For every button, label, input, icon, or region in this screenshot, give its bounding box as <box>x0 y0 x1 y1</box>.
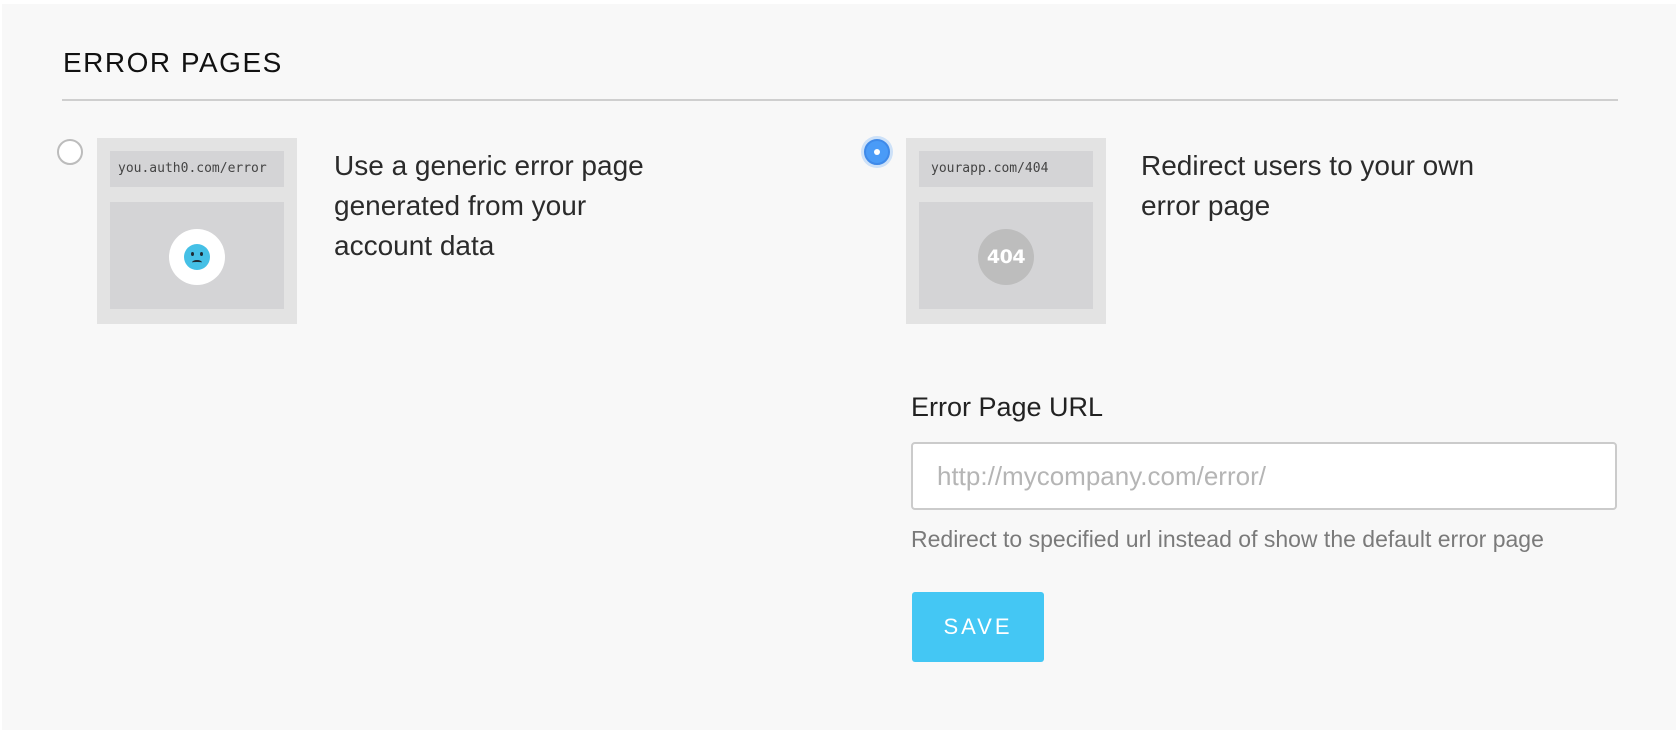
preview-screen <box>110 202 284 309</box>
eye-left <box>191 252 194 256</box>
error-page-url-label: Error Page URL <box>911 392 1104 422</box>
preview-url-bar: yourapp.com/404 <box>919 151 1093 187</box>
description-line: Use a generic error page <box>334 150 644 181</box>
generic-error-page-description[interactable]: Use a generic error page generated from … <box>334 146 644 266</box>
description-line: Redirect users to your own <box>1141 150 1475 181</box>
redirect-error-page-description[interactable]: Redirect users to your own error page <box>1141 146 1474 226</box>
error-pages-panel: ERROR PAGES you.auth0.com/error Use a ge… <box>2 4 1676 730</box>
section-divider <box>62 99 1618 101</box>
save-button[interactable]: SAVE <box>912 592 1044 662</box>
redirect-error-page-preview[interactable]: yourapp.com/404 404 <box>906 138 1106 324</box>
error-page-url-help: Redirect to specified url instead of sho… <box>911 526 1544 552</box>
radio-redirect-error-page[interactable] <box>864 139 890 165</box>
preview-url-bar: you.auth0.com/error <box>110 151 284 187</box>
radio-generic-error-page[interactable] <box>57 139 83 165</box>
404-badge: 404 <box>978 229 1034 285</box>
description-line: account data <box>334 230 495 261</box>
preview-screen: 404 <box>919 202 1093 309</box>
frown <box>192 260 202 265</box>
section-title: ERROR PAGES <box>63 47 283 78</box>
description-line: generated from your <box>334 190 587 221</box>
error-page-url-input[interactable] <box>911 442 1617 510</box>
sad-face-badge <box>169 229 225 285</box>
sad-face-icon <box>184 244 210 270</box>
description-line: error page <box>1141 190 1271 221</box>
generic-error-page-preview[interactable]: you.auth0.com/error <box>97 138 297 324</box>
eye-right <box>200 252 203 256</box>
